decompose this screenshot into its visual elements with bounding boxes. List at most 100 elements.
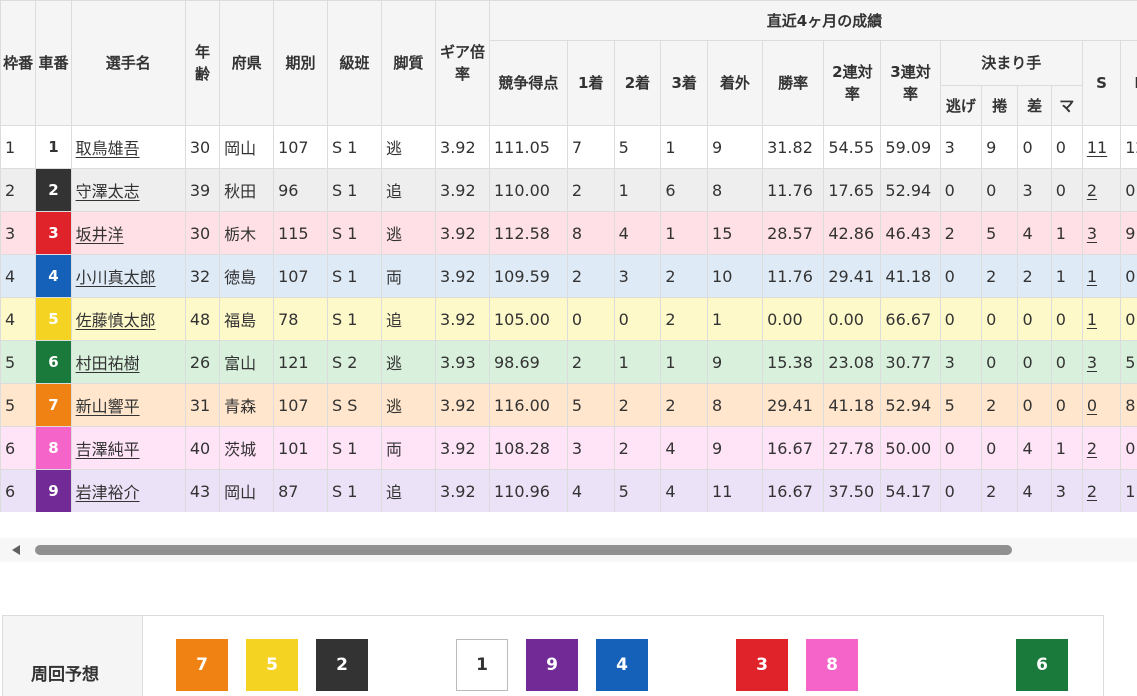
s-count-cell: 2 <box>1081 426 1122 470</box>
rate2-cell: 27.78 <box>823 426 882 470</box>
car-number-badge: 1 <box>36 126 71 168</box>
pref-cell: 福島 <box>219 297 275 341</box>
rider-name-link[interactable]: 坂井洋 <box>76 225 124 244</box>
rate2-cell: 17.65 <box>823 168 882 212</box>
lap-forecast: 周回予想 752 194 38 6 <box>2 615 1104 696</box>
rate2-cell: 42.86 <box>823 211 882 255</box>
header-b: B <box>1120 40 1137 126</box>
car-number-cell: 1 <box>35 125 72 169</box>
pref-cell: 青森 <box>219 383 275 427</box>
header-class: 級班 <box>327 0 383 126</box>
rate2-cell: 41.18 <box>823 383 882 427</box>
nige-cell: 0 <box>939 426 983 470</box>
b-count-cell: 0 <box>1120 254 1137 298</box>
win-rate-cell: 11.76 <box>762 168 825 212</box>
second-cell: 4 <box>613 211 662 255</box>
s-count-link[interactable]: 0 <box>1087 396 1097 415</box>
rate3-cell: 52.94 <box>880 383 941 427</box>
s-count-link[interactable]: 11 <box>1087 138 1107 157</box>
scroll-thumb[interactable] <box>35 545 1012 555</box>
rate2-cell: 54.55 <box>823 125 882 169</box>
age-cell: 40 <box>184 426 221 470</box>
s-count-link[interactable]: 3 <box>1087 353 1097 372</box>
term-cell: 121 <box>273 340 329 384</box>
win-rate-cell: 0.00 <box>762 297 825 341</box>
win-rate-cell: 29.41 <box>762 383 825 427</box>
scroll-left-arrow-icon[interactable] <box>12 545 20 555</box>
pref-cell: 富山 <box>219 340 275 384</box>
rider-name-link[interactable]: 新山響平 <box>76 397 140 416</box>
header-recent: 直近4ヶ月の成績 <box>489 0 1137 41</box>
rate3-cell: 41.18 <box>880 254 941 298</box>
makuri-cell: 0 <box>981 426 1019 470</box>
s-count-cell: 0 <box>1081 383 1122 427</box>
sashi-cell: 0 <box>1017 383 1052 427</box>
rider-name-cell: 村田祐樹 <box>70 340 186 384</box>
rider-name-link[interactable]: 佐藤慎太郎 <box>76 311 156 330</box>
term-cell: 107 <box>273 383 329 427</box>
rate3-cell: 66.67 <box>880 297 941 341</box>
header-rate2: 2連対率 <box>823 40 882 126</box>
pref-cell: 茨城 <box>219 426 275 470</box>
third-cell: 4 <box>660 426 709 470</box>
rider-name-link[interactable]: 吉澤純平 <box>76 440 140 459</box>
rider-name-link[interactable]: 守澤太志 <box>76 182 140 201</box>
header-third: 3着 <box>660 40 709 126</box>
win-rate-cell: 16.67 <box>762 469 825 512</box>
class-cell: S 1 <box>327 426 383 470</box>
s-count-link[interactable]: 1 <box>1087 267 1097 286</box>
table-row: 6 9 岩津裕介 43 岡山 87 S 1 追 3.92 110.96 4 5 4 11 16.67 37.5… <box>0 469 1137 512</box>
b-count-cell: 0 <box>1120 426 1137 470</box>
class-cell: S 1 <box>327 168 383 212</box>
s-count-link[interactable]: 2 <box>1087 482 1097 501</box>
table-row: 4 5 佐藤慎太郎 48 福島 78 S 1 追 3.92 105.00 0 0 2 1 0.00 0.00 6… <box>0 297 1137 341</box>
out-cell: 9 <box>707 340 764 384</box>
entry-table: 枠番 車番 選手名 年齢 府県 期別 級班 脚質 ギア倍率 直近4ヶ月の成績 競… <box>0 0 1137 512</box>
score-cell: 105.00 <box>489 297 568 341</box>
rider-name-link[interactable]: 岩津裕介 <box>76 483 140 502</box>
rider-name-link[interactable]: 取鳥雄吾 <box>76 139 140 158</box>
header-style: 脚質 <box>381 0 437 126</box>
s-count-link[interactable]: 2 <box>1087 181 1097 200</box>
header-age: 年齢 <box>184 0 221 126</box>
style-cell: 追 <box>381 469 437 512</box>
term-cell: 115 <box>273 211 329 255</box>
rider-name-cell: 小川真太郎 <box>70 254 186 298</box>
rider-name-link[interactable]: 村田祐樹 <box>76 354 140 373</box>
rate3-cell: 59.09 <box>880 125 941 169</box>
gear-cell: 3.92 <box>435 383 490 427</box>
s-count-link[interactable]: 2 <box>1087 439 1097 458</box>
sashi-cell: 3 <box>1017 168 1052 212</box>
class-cell: S 1 <box>327 211 383 255</box>
age-cell: 43 <box>184 469 221 512</box>
forecast-car-badge: 4 <box>596 639 648 691</box>
second-cell: 3 <box>613 254 662 298</box>
car-number-badge: 5 <box>36 298 71 340</box>
term-cell: 87 <box>273 469 329 512</box>
car-number-badge: 2 <box>36 169 71 211</box>
car-number-cell: 6 <box>35 340 72 384</box>
s-count-link[interactable]: 1 <box>1087 310 1097 329</box>
term-cell: 78 <box>273 297 329 341</box>
win-rate-cell: 15.38 <box>762 340 825 384</box>
age-cell: 31 <box>184 383 221 427</box>
second-cell: 1 <box>613 340 662 384</box>
pref-cell: 岡山 <box>219 125 275 169</box>
rider-name-cell: 取鳥雄吾 <box>70 125 186 169</box>
car-number-cell: 8 <box>35 426 72 470</box>
table-row: 2 2 守澤太志 39 秋田 96 S 1 追 3.92 110.00 2 1 6 8 11.76 17.65… <box>0 168 1137 212</box>
mark-cell: 1 <box>1050 254 1083 298</box>
car-number-cell: 9 <box>35 469 72 512</box>
style-cell: 追 <box>381 168 437 212</box>
s-count-link[interactable]: 3 <box>1087 224 1097 243</box>
header-score: 競争得点 <box>489 40 568 126</box>
rider-name-cell: 岩津裕介 <box>70 469 186 512</box>
out-cell: 15 <box>707 211 764 255</box>
header-mark: マ <box>1050 85 1083 126</box>
rider-name-link[interactable]: 小川真太郎 <box>76 268 156 287</box>
class-cell: S 1 <box>327 125 383 169</box>
horizontal-scrollbar[interactable] <box>0 538 1137 562</box>
rider-name-cell: 吉澤純平 <box>70 426 186 470</box>
car-number-badge: 3 <box>36 212 71 254</box>
table-row: 1 1 取鳥雄吾 30 岡山 107 S 1 逃 3.92 111.05 7 5 1 9 31.82 54.5… <box>0 125 1137 169</box>
